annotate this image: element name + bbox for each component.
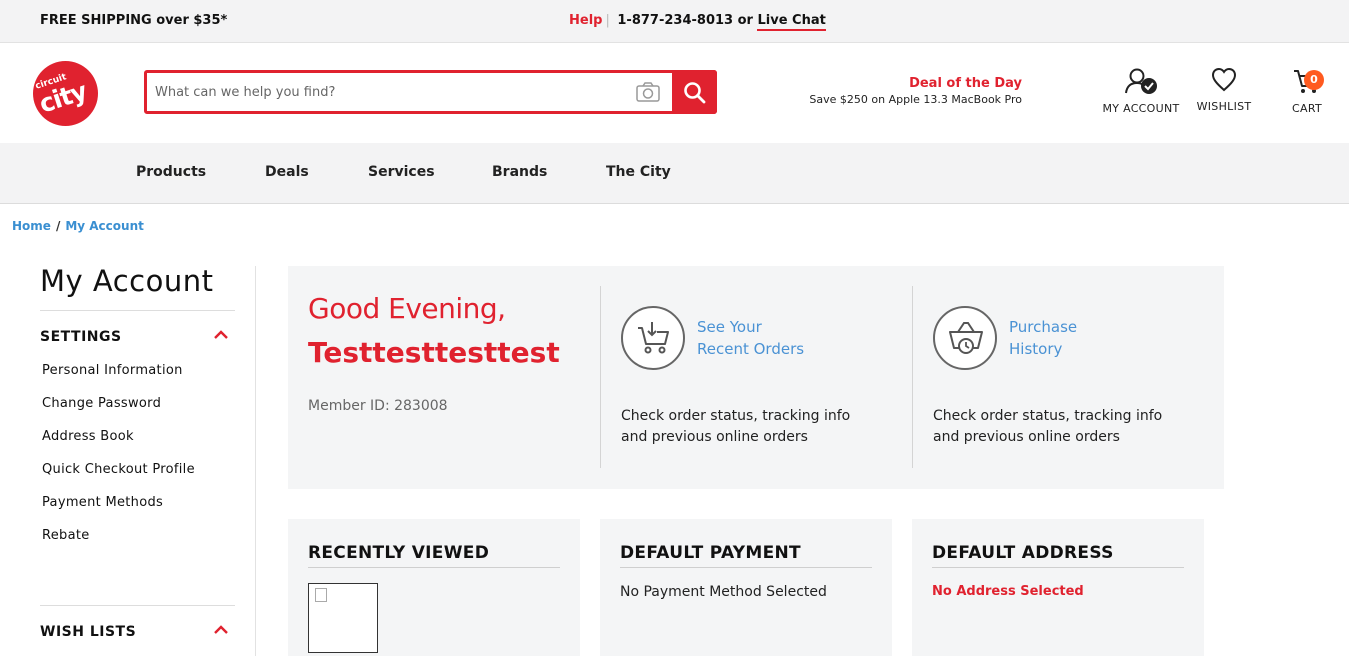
account-sidebar: My Account SETTINGS Personal Information… — [40, 264, 235, 640]
nav-deals[interactable]: Deals — [265, 164, 309, 180]
free-shipping-text: FREE SHIPPING over $35* — [40, 13, 228, 28]
purchase-history-description: Check order status, tracking info and pr… — [933, 406, 1203, 448]
search-input[interactable] — [155, 79, 625, 105]
greeting-text: Good Evening, — [308, 292, 506, 325]
help-separator: | — [605, 13, 610, 28]
main-nav: Products Deals Services Brands The City — [0, 143, 1349, 204]
recent-orders-desc-line1: Check order status, tracking info — [621, 408, 851, 424]
breadcrumb-separator: / — [55, 219, 61, 233]
sidebar-link-personal-information[interactable]: Personal Information — [42, 363, 235, 378]
deal-subtitle: Save $250 on Apple 13.3 MacBook Pro — [809, 93, 1022, 106]
help-link[interactable]: Help — [569, 13, 602, 28]
cart-button[interactable]: 0 CART — [1282, 67, 1332, 115]
purchase-history-line2: History — [1009, 340, 1063, 358]
default-payment-card: DEFAULT PAYMENT No Payment Method Select… — [600, 519, 892, 656]
nav-products[interactable]: Products — [136, 164, 206, 180]
circuit-city-logo[interactable]: circuit city — [33, 61, 98, 126]
nav-services[interactable]: Services — [368, 164, 435, 180]
wish-lists-section-toggle[interactable]: WISH LISTS — [40, 624, 235, 640]
user-name: Testtesttesttest — [308, 336, 560, 369]
purchase-history-line1: Purchase — [1009, 318, 1078, 336]
site-header: circuit city Deal of the Day Save $250 o… — [0, 43, 1349, 143]
purchase-history-desc-line1: Check order status, tracking info — [933, 408, 1163, 424]
card-rule — [932, 567, 1184, 568]
deal-title: Deal of the Day — [909, 76, 1022, 91]
default-payment-value: No Payment Method Selected — [620, 584, 827, 600]
sidebar-link-quick-checkout-profile[interactable]: Quick Checkout Profile — [42, 462, 235, 477]
sidebar-link-payment-methods[interactable]: Payment Methods — [42, 495, 235, 510]
default-address-value: No Address Selected — [932, 584, 1084, 599]
settings-label: SETTINGS — [40, 329, 122, 345]
sidebar-link-rebate[interactable]: Rebate — [42, 528, 235, 543]
wishlist-label: WISHLIST — [1196, 100, 1252, 113]
chevron-up-icon — [214, 625, 228, 634]
sidebar-title: My Account — [40, 264, 214, 298]
wishlist-button[interactable]: WISHLIST — [1192, 67, 1256, 113]
purchase-history-link[interactable]: Purchase History — [1009, 316, 1077, 360]
breadcrumb-current[interactable]: My Account — [65, 219, 144, 233]
default-address-card: DEFAULT ADDRESS No Address Selected — [912, 519, 1204, 656]
chevron-up-icon — [214, 330, 228, 339]
sidebar-rule — [40, 310, 235, 311]
cart-label: CART — [1292, 102, 1322, 115]
sidebar-divider — [255, 266, 256, 656]
recent-orders-link[interactable]: See Your Recent Orders — [697, 316, 804, 360]
deal-of-the-day[interactable]: Deal of the Day Save $250 on Apple 13.3 … — [800, 76, 1022, 106]
recent-orders-description: Check order status, tracking info and pr… — [621, 406, 891, 448]
top-bar: FREE SHIPPING over $35* Help | 1-877-234-… — [0, 0, 1349, 43]
card-rule — [620, 567, 872, 568]
cart-count-badge: 0 — [1304, 70, 1324, 90]
search-icon — [684, 82, 706, 104]
breadcrumb-home[interactable]: Home — [12, 219, 51, 233]
default-address-heading: DEFAULT ADDRESS — [932, 543, 1114, 563]
my-account-label: MY ACCOUNT — [1102, 102, 1180, 115]
settings-section-toggle[interactable]: SETTINGS — [40, 329, 235, 345]
phone-number: 1-877-234-8013 or — [617, 13, 753, 28]
camera-icon[interactable] — [635, 81, 661, 103]
help-line: Help | 1-877-234-8013 or Live Chat — [569, 13, 826, 31]
cart-icon[interactable] — [621, 306, 685, 370]
my-account-button[interactable]: MY ACCOUNT — [1098, 67, 1184, 115]
purchase-history-desc-line2: and previous online orders — [933, 429, 1120, 445]
recently-viewed-heading: RECENTLY VIEWED — [308, 543, 490, 563]
default-payment-heading: DEFAULT PAYMENT — [620, 543, 801, 563]
sidebar-rule-2 — [40, 605, 235, 606]
recently-viewed-card: RECENTLY VIEWED — [288, 519, 580, 656]
member-id: Member ID: 283008 — [308, 398, 448, 414]
card-rule — [308, 567, 560, 568]
recent-orders-line1: See Your — [697, 318, 762, 336]
panel-divider — [912, 286, 913, 468]
recently-viewed-product-thumbnail[interactable] — [308, 583, 378, 653]
wish-lists-label: WISH LISTS — [40, 624, 137, 640]
nav-brands[interactable]: Brands — [492, 164, 547, 180]
account-icon — [1125, 68, 1157, 94]
sidebar-link-change-password[interactable]: Change Password — [42, 396, 235, 411]
search-bar — [144, 70, 717, 114]
heart-icon — [1211, 67, 1237, 92]
basket-clock-icon[interactable] — [933, 306, 997, 370]
search-button[interactable] — [672, 70, 717, 114]
sidebar-link-address-book[interactable]: Address Book — [42, 429, 235, 444]
recent-orders-line2: Recent Orders — [697, 340, 805, 358]
nav-the-city[interactable]: The City — [606, 164, 671, 180]
recent-orders-desc-line2: and previous online orders — [621, 429, 808, 445]
breadcrumb: Home / My Account — [12, 219, 144, 233]
live-chat-link[interactable]: Live Chat — [757, 13, 826, 31]
panel-divider — [600, 286, 601, 468]
broken-image-icon — [315, 588, 327, 602]
welcome-panel: Good Evening, Testtesttesttest Member ID… — [288, 266, 1224, 489]
